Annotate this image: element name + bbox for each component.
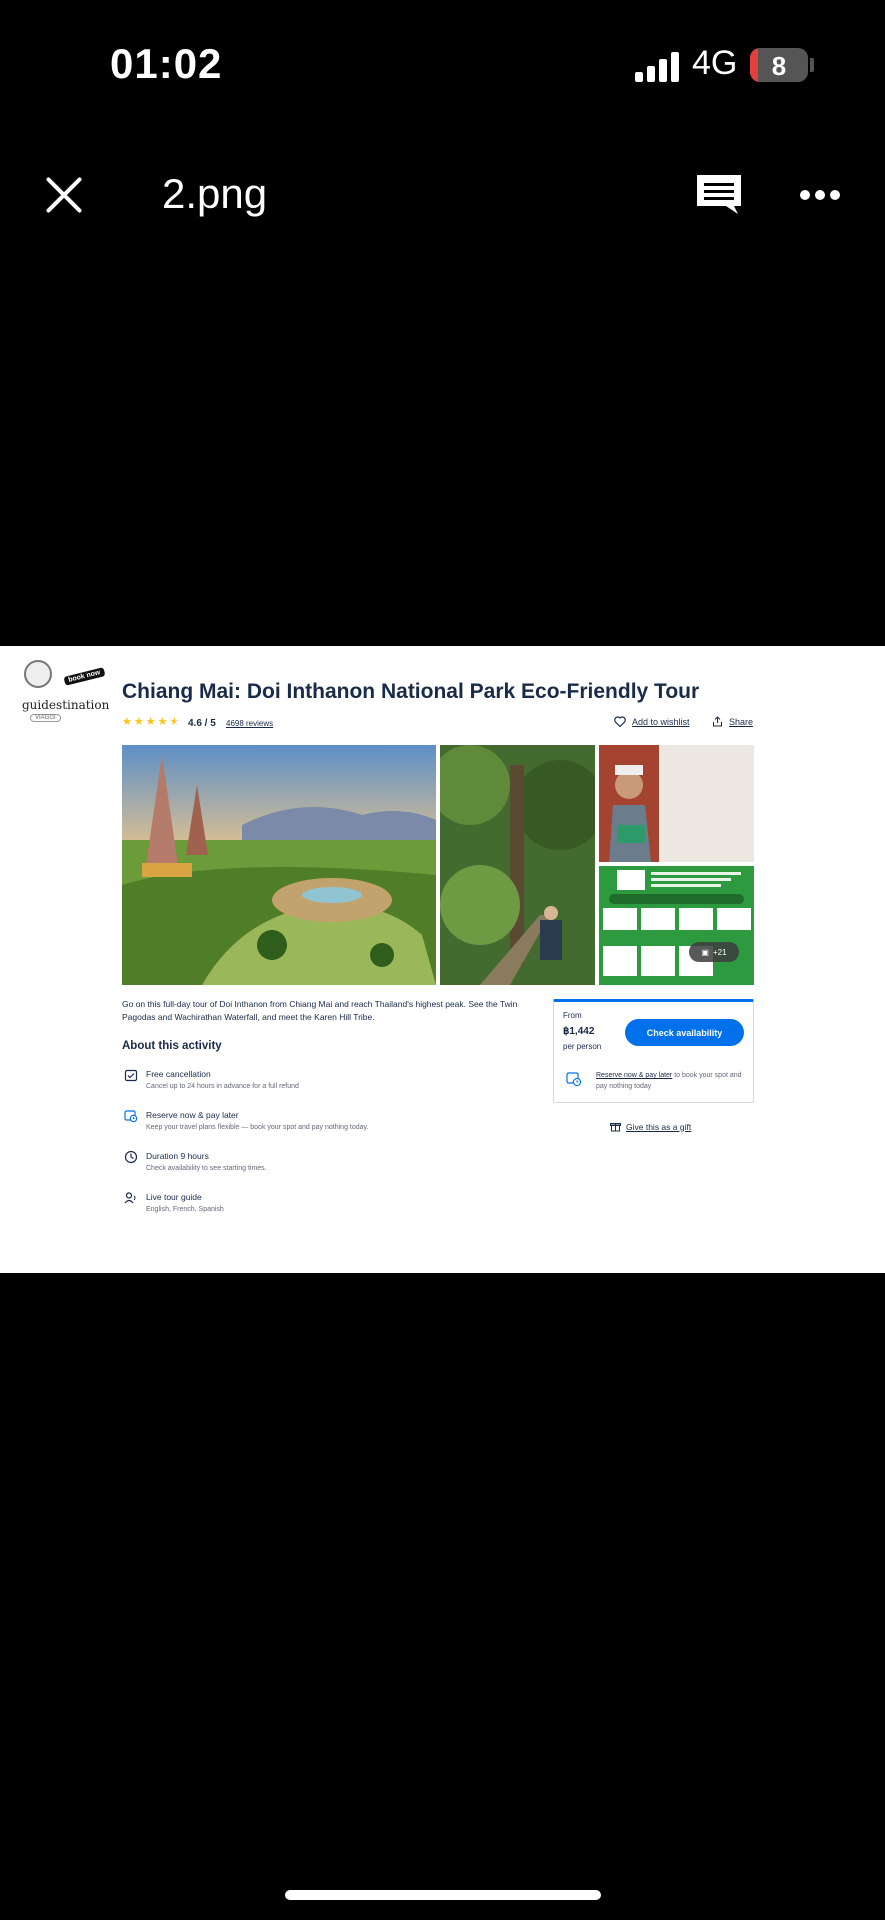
calendar-check-icon [124, 1069, 138, 1082]
feature-free-cancellation: Free cancellation Cancel up to 24 hours … [124, 1068, 299, 1090]
logo-sub: VIAGGI [30, 714, 61, 722]
about-heading: About this activity [122, 1040, 222, 1052]
star-icon: ★ [145, 716, 156, 728]
reserve-now-text: Reserve now & pay later to book your spo… [596, 1070, 746, 1092]
more-photos-button[interactable]: ▣ +21 [689, 942, 739, 962]
file-name: 2.png [162, 170, 268, 217]
feature-title: Free cancellation [146, 1069, 211, 1079]
gallery-photo-forest[interactable] [440, 745, 595, 985]
feature-title: Reserve now & pay later [146, 1110, 239, 1120]
share-label: Share [729, 716, 754, 727]
tour-description: Go on this full-day tour of Doi Inthanon… [122, 999, 518, 1022]
tour-title: Chiang Mai: Doi Inthanon National Park E… [122, 680, 700, 703]
add-to-wishlist-button[interactable]: Add to wishlist [614, 716, 690, 727]
brand-logo: book now guidestination VIAGGI [20, 660, 110, 722]
feature-title: Live tour guide [146, 1192, 202, 1202]
feature-title: Duration 9 hours [146, 1151, 209, 1161]
feature-live-guide: Live tour guide English, French, Spanish [124, 1191, 224, 1213]
calendar-clock-icon [566, 1072, 582, 1087]
booking-box: From ฿1,442 per person Check availabilit… [553, 999, 754, 1103]
clock-icon [124, 1150, 138, 1164]
status-time: 01:02 [110, 40, 223, 87]
photos-icon: ▣ [701, 947, 709, 957]
hill-tribe-woman-image [599, 745, 754, 862]
more-options-icon[interactable] [800, 190, 840, 202]
close-icon[interactable] [44, 175, 84, 215]
price-per-person: per person [563, 1042, 602, 1051]
calendar-clock-icon [124, 1110, 138, 1123]
gstc-infographic-image [599, 866, 754, 985]
check-availability-button[interactable]: Check availability [625, 1019, 744, 1046]
share-button[interactable]: Share [712, 716, 753, 727]
network-type: 4G [692, 44, 738, 82]
price-value: ฿1,442 [563, 1026, 595, 1037]
share-icon [713, 716, 722, 727]
gallery-photo-main[interactable] [122, 745, 436, 985]
feature-subtitle: Check availability to see starting times… [146, 1165, 267, 1172]
star-icon: ★ [122, 716, 132, 728]
battery-icon: 8 [750, 48, 808, 82]
feature-duration: Duration 9 hours Check availability to s… [124, 1150, 267, 1172]
reviews-link[interactable]: 4698 reviews [226, 719, 273, 728]
comment-icon[interactable] [694, 172, 744, 216]
price-from-label: From [563, 1011, 582, 1020]
give-as-gift-button[interactable]: Give this as a gift [610, 1121, 691, 1132]
feature-subtitle: Cancel up to 24 hours in advance for a f… [146, 1083, 299, 1090]
feature-reserve-now: Reserve now & pay later Keep your travel… [124, 1109, 368, 1131]
signal-icon [635, 50, 681, 82]
logo-tag: book now [63, 667, 106, 686]
feature-subtitle: English, French, Spanish [146, 1206, 224, 1213]
wishlist-label: Add to wishlist [632, 716, 690, 727]
home-indicator[interactable] [285, 1890, 601, 1900]
heart-icon [614, 716, 626, 727]
half-star-icon: ★ [169, 716, 180, 728]
star-icon: ★ [133, 716, 144, 728]
temple-landscape-image [122, 745, 436, 985]
star-icon: ★ [157, 716, 168, 728]
forest-walkway-image [440, 745, 595, 985]
gallery-photo-hill-tribe[interactable] [599, 745, 754, 862]
gift-icon [610, 1123, 621, 1132]
logo-emblem [24, 660, 52, 688]
screenshot-content: book now guidestination VIAGGI Chiang Ma… [0, 646, 885, 1273]
reserve-now-link[interactable]: Reserve now & pay later [596, 1072, 672, 1079]
star-rating: ★ ★ ★ ★ ★ [122, 717, 179, 728]
rating-value: 4.6 / 5 [188, 718, 216, 729]
guide-icon [124, 1192, 136, 1204]
feature-subtitle: Keep your travel plans flexible — book y… [146, 1124, 369, 1131]
gallery-photo-gstc[interactable]: ▣ +21 [599, 866, 754, 985]
gift-label: Give this as a gift [626, 1121, 692, 1132]
battery-level: 8 [771, 51, 787, 81]
logo-wordmark: guidestination [22, 698, 110, 712]
more-photos-count: +21 [712, 947, 727, 957]
battery-cap [810, 58, 814, 72]
